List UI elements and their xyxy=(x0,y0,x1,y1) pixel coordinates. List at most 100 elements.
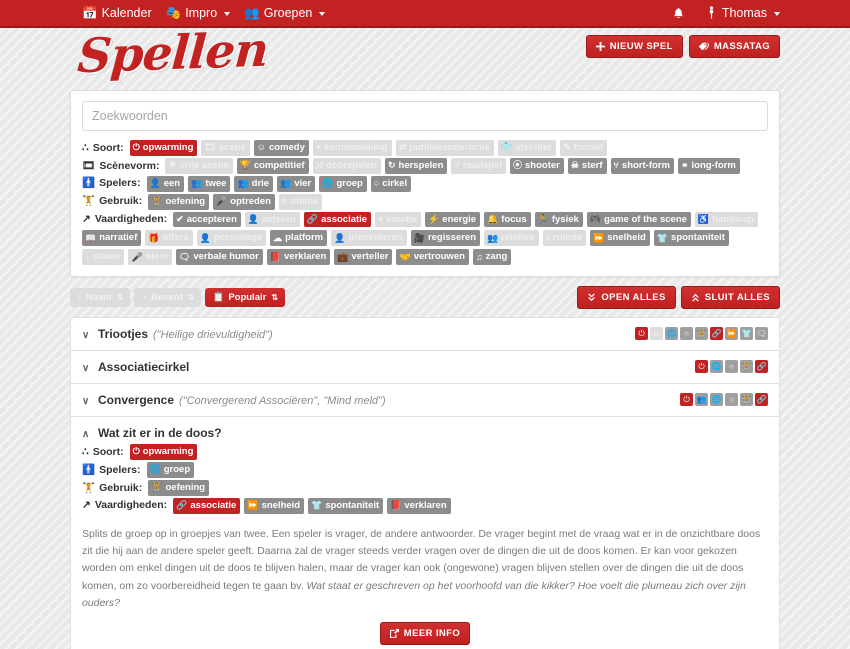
filter-tag-herspelen[interactable]: ↻ herspelen xyxy=(384,157,448,174)
filter-tag-snelheid[interactable]: ⏩ snelheid xyxy=(244,497,305,514)
badge-power[interactable]: ⏻ xyxy=(680,393,693,407)
filter-tag-afsluiter[interactable]: 👕 afsluiter xyxy=(497,140,557,156)
badge-globe[interactable]: 🌐 xyxy=(710,360,723,374)
more-info-button[interactable]: MEER INFO xyxy=(379,622,471,646)
badge-users2[interactable]: 👥 xyxy=(695,393,708,407)
game-title-row[interactable]: ∧ Wat zit er in de doos? xyxy=(82,426,768,440)
filter-tag-raadspel[interactable]: ? raadspel xyxy=(451,157,506,174)
badge-power[interactable]: ⏻ xyxy=(635,327,648,341)
badge-forward[interactable]: ⏩ xyxy=(725,327,738,341)
filter-tag-energie[interactable]: ⚡ energie xyxy=(425,211,481,228)
filter-tag-status[interactable]: ↕ status xyxy=(82,249,125,266)
nav-item-kalender[interactable]: 📅 Kalender xyxy=(82,6,152,21)
nav-item-groepen[interactable]: 👥 Groepen xyxy=(244,5,326,21)
badge-dumbbell[interactable]: 🏋 xyxy=(740,360,753,374)
filter-tag-snelheid[interactable]: ⏩ snelheid xyxy=(590,230,650,247)
filter-tag-sterf[interactable]: ☠ sterf xyxy=(567,157,607,174)
filter-tag-drie[interactable]: 👥 drie xyxy=(234,175,274,192)
search-input[interactable] xyxy=(82,101,768,131)
people-icon: 👥 xyxy=(244,5,260,20)
filter-tag-personage[interactable]: 👤 personage xyxy=(196,230,267,247)
filter-tag-scene[interactable]: 🎞 scene xyxy=(201,140,250,156)
close-all-button[interactable]: SLUIT ALLES xyxy=(680,286,780,310)
badge-link[interactable]: 🔗 xyxy=(710,327,723,341)
sort-button-populair[interactable]: 📋 Populair ⇅ xyxy=(205,288,286,308)
badge-circle[interactable]: ○ xyxy=(725,393,738,407)
open-all-button[interactable]: OPEN ALLES xyxy=(577,286,676,310)
badge-dumbbell[interactable]: 🏋 xyxy=(695,327,708,341)
filter-tag-doorspelen[interactable]: ⤨ doorspelen xyxy=(312,157,381,174)
user-menu[interactable]: Thomas xyxy=(705,6,780,20)
sort-button-recent[interactable]: ◔ Recent ⇅ xyxy=(134,288,202,308)
filter-tag-groep[interactable]: 🌐 groep xyxy=(319,175,367,192)
filter-tag-spontaniteit[interactable]: 👕 spontaniteit xyxy=(653,230,729,247)
filter-tag-online[interactable]: ᴘ online xyxy=(278,193,323,210)
filter-tag-offers[interactable]: 🎁 offers xyxy=(145,230,193,247)
filter-tag-presenteren[interactable]: 👤 presenteren xyxy=(331,230,407,247)
filter-tag-regisseren[interactable]: 🎥 regisseren xyxy=(410,230,481,247)
filter-tag-vier[interactable]: 👥 vier xyxy=(277,175,316,192)
badge-smile[interactable]: ☺ xyxy=(650,327,663,341)
badge-globe[interactable]: 🌐 xyxy=(710,393,723,407)
filter-tag-opwarming[interactable]: ⏻ opwarming xyxy=(129,140,198,156)
filter-tag-accepteren[interactable]: ✔ accepteren xyxy=(173,211,241,228)
filter-tag-verklaren[interactable]: 📕 verklaren xyxy=(387,497,451,514)
filter-tag-competitief[interactable]: 🏆 competitief xyxy=(236,157,309,174)
badge-circle[interactable]: ○ xyxy=(680,327,693,341)
filter-tag-label: handicap xyxy=(712,213,754,225)
filter-tag-opwarming[interactable]: ⏻ opwarming xyxy=(129,444,198,460)
filter-tag-shooter[interactable]: ⦿ shooter xyxy=(509,157,564,174)
filter-tag-associatie[interactable]: 🔗 associatie xyxy=(173,497,241,514)
game-description: Splits de groep op in groepjes van twee.… xyxy=(82,526,768,613)
filter-tag-format[interactable]: ✎ format xyxy=(560,140,608,156)
filter-tag-associatie[interactable]: 🔗 associatie xyxy=(303,211,372,228)
filter-tag-verklaren[interactable]: 📕 verklaren xyxy=(266,249,331,266)
masstag-button[interactable]: MASSATAG xyxy=(688,35,780,58)
filter-tag-vertrouwen[interactable]: 🤝 vertrouwen xyxy=(396,249,469,266)
filter-tag-groep[interactable]: 🌐 groep xyxy=(146,462,195,478)
filter-tag-comedy[interactable]: ☺ comedy xyxy=(253,140,309,156)
badge-power[interactable]: ⏻ xyxy=(695,360,708,374)
filter-tag-game-of-the-scene[interactable]: 🎮 game of the scene xyxy=(586,211,691,228)
filter-tag-platform[interactable]: ☁ platform xyxy=(270,230,328,247)
badge-dumbbell[interactable]: 🏋 xyxy=(740,393,753,407)
nav-item-impro[interactable]: 🎭 Impro xyxy=(166,6,231,21)
filter-tag-acteren[interactable]: 👤 acteren xyxy=(244,211,300,228)
filter-tag-een[interactable]: 👤 een xyxy=(146,175,185,192)
filter-tag-relaties[interactable]: 👥 relaties xyxy=(484,230,539,247)
filter-tag-ruimte[interactable]: ‖ ruimte xyxy=(542,230,587,247)
filter-tag-emotie[interactable]: ♥ emotie xyxy=(375,211,422,228)
filter-tag-kennismaking[interactable]: ♥ kennismaking xyxy=(312,140,392,156)
filter-tag-cirkel[interactable]: ○ cirkel xyxy=(370,175,412,192)
filter-tag-spontaniteit[interactable]: 👕 spontaniteit xyxy=(308,497,384,514)
badge-globe[interactable]: 🌐 xyxy=(665,327,678,341)
new-game-button[interactable]: NIEUW SPEL xyxy=(585,35,683,58)
game-item: ∧ Wat zit er in de doos? ∴ Soort: ⏻ opwarming… xyxy=(70,416,780,649)
filter-tag-zang[interactable]: ♫ zang xyxy=(472,249,512,266)
badge-tshirt[interactable]: 👕 xyxy=(740,327,753,341)
game-title-row[interactable]: ∨ Associatiecirkel xyxy=(82,360,768,374)
filter-tag-vrije-scene[interactable]: ⚑ vrije scene xyxy=(165,157,233,174)
bell-icon[interactable] xyxy=(672,7,685,20)
filter-tag-verbale-humor[interactable]: 🗨 verbale humor xyxy=(175,249,263,266)
badge-link[interactable]: 🔗 xyxy=(755,393,768,407)
filter-tag-twee[interactable]: 👥 twee xyxy=(188,175,231,192)
badge-comment[interactable]: 🗨 xyxy=(755,327,768,341)
badge-link[interactable]: 🔗 xyxy=(755,360,768,374)
filter-tag-narratief[interactable]: 📖 narratief xyxy=(82,230,142,247)
sort-button-naam[interactable]: ↕ Naam ⇅ xyxy=(70,288,131,308)
filter-tag-label: drie xyxy=(251,177,270,189)
badge-circle[interactable]: ○ xyxy=(725,360,738,374)
game-title-row[interactable]: ∨ Convergence ("Convergerend Associëren", … xyxy=(82,393,768,407)
filter-tag-stem[interactable]: 🎤 stem xyxy=(128,249,172,266)
filter-tag-verteller[interactable]: 💼 verteller xyxy=(334,249,393,266)
filter-tag-optreden[interactable]: 🎤 optreden xyxy=(213,193,275,210)
filter-tag-focus[interactable]: 🔔 focus xyxy=(484,211,531,228)
filter-tag-long-form[interactable]: ⚭ long-form xyxy=(677,157,740,174)
filter-tag-publieksinteractie[interactable]: ⇄ publieksinteractie xyxy=(395,140,494,156)
filter-tag-fysiek[interactable]: 🏃 fysiek xyxy=(534,211,583,228)
filter-tag-handicap[interactable]: ♿ handicap xyxy=(694,211,758,228)
filter-tag-short-form[interactable]: ⑂ short-form xyxy=(610,157,674,174)
filter-tag-oefening[interactable]: 🏋 oefening xyxy=(148,193,210,210)
filter-tag-oefening[interactable]: 🏋 oefening xyxy=(148,479,210,496)
